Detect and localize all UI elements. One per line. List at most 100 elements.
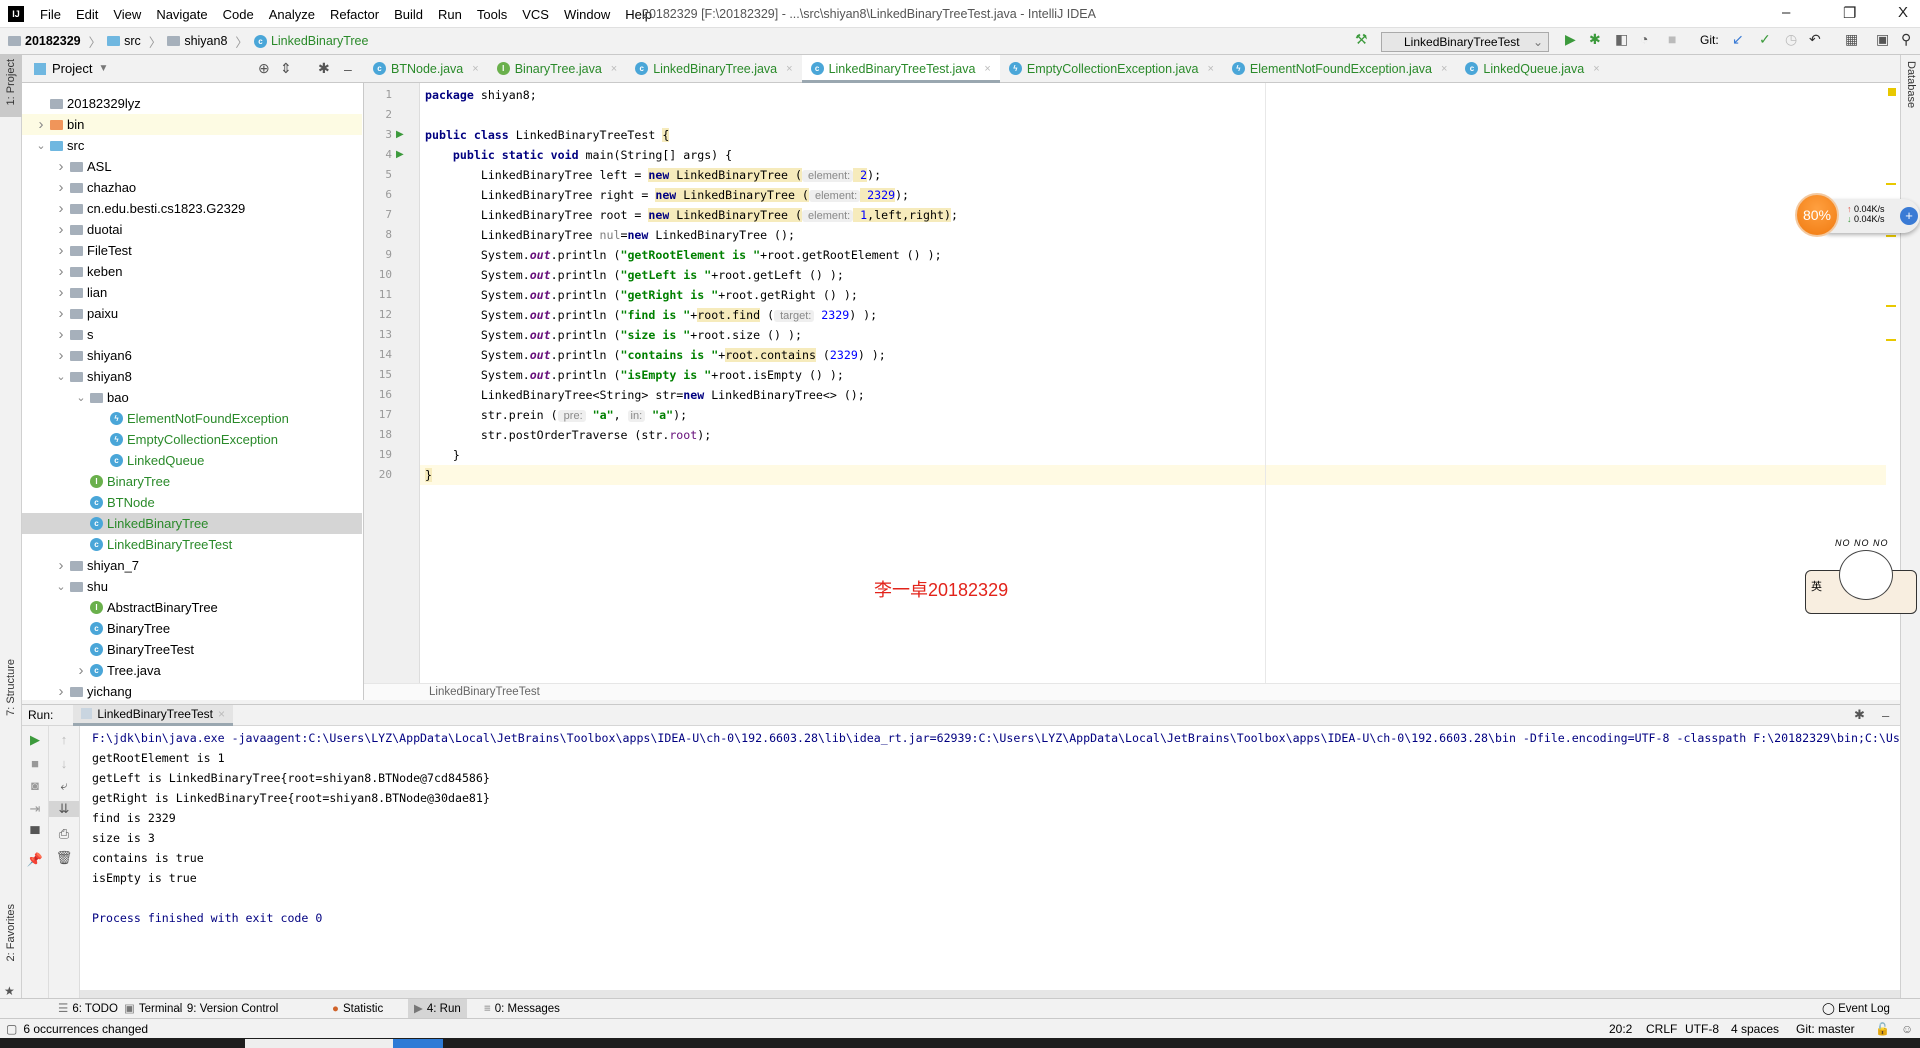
indent-setting[interactable]: 4 spaces	[1731, 1022, 1779, 1036]
restore-layout-icon[interactable]: ⇥	[22, 801, 48, 817]
tree-item[interactable]: c LinkedBinaryTreeTest	[22, 534, 362, 555]
chevron-right-icon[interactable]: ›	[54, 347, 68, 364]
inspector-face-icon[interactable]: ☺	[1901, 1022, 1913, 1036]
pin-icon[interactable]: 📌	[22, 852, 48, 868]
camera-icon[interactable]: ◙	[22, 778, 48, 793]
tree-item[interactable]: c BinaryTreeTest	[22, 639, 362, 660]
tab-elementnotfoundexception[interactable]: ϟ ElementNotFoundException.java ×	[1223, 55, 1457, 83]
bottom-tab-version-control[interactable]: ⑂ 9: Version Control	[170, 999, 284, 1019]
close-tab-icon[interactable]: ×	[1441, 63, 1447, 75]
tab-linkedbinarytree[interactable]: c LinkedBinaryTree.java ×	[626, 55, 801, 83]
bottom-tab-messages[interactable]: ≡ 0: Messages	[478, 999, 566, 1019]
gear-icon[interactable]: ✱	[1854, 707, 1865, 723]
run-config-dropdown[interactable]: LinkedBinaryTreeTest ⌄	[1381, 32, 1549, 52]
profile-icon[interactable]: ◔	[1640, 31, 1648, 47]
git-commit-check-icon[interactable]: ✓	[1759, 31, 1771, 48]
tab-binarytree[interactable]: I BinaryTree.java ×	[488, 55, 627, 83]
chevron-right-icon[interactable]: ›	[54, 158, 68, 175]
run-gutter-icon[interactable]: ▶	[396, 129, 404, 140]
tool-window-structure[interactable]: 7: Structure	[0, 655, 22, 735]
tree-item[interactable]: › ASL	[22, 156, 362, 177]
menu-analyze[interactable]: Analyze	[269, 7, 315, 22]
chevron-right-icon[interactable]: ›	[54, 179, 68, 196]
run-tab[interactable]: LinkedBinaryTreeTest ×	[73, 704, 233, 726]
tree-item[interactable]: › chazhao	[22, 177, 362, 198]
tab-btnode[interactable]: c BTNode.java ×	[364, 55, 488, 83]
tree-item[interactable]: › shiyan_7	[22, 555, 362, 576]
chevron-right-icon[interactable]: ›	[54, 557, 68, 574]
hide-minus-icon[interactable]: –	[344, 61, 352, 77]
menu-edit[interactable]: Edit	[76, 7, 98, 22]
tree-item[interactable]: c BinaryTree	[22, 618, 362, 639]
close-tab-icon[interactable]: ×	[218, 707, 225, 721]
chevron-right-icon[interactable]: ›	[54, 263, 68, 280]
git-rollback-icon[interactable]: ↶	[1809, 31, 1821, 48]
tree-item[interactable]: › s	[22, 324, 362, 345]
tree-item[interactable]: › paixu	[22, 303, 362, 324]
chevron-right-icon[interactable]: ›	[54, 284, 68, 301]
menu-window[interactable]: Window	[564, 7, 610, 22]
tree-item[interactable]: › duotai	[22, 219, 362, 240]
tool-window-database[interactable]: Database	[1905, 61, 1917, 108]
close-tab-icon[interactable]: ×	[1207, 63, 1213, 75]
plus-icon[interactable]: +	[1900, 207, 1918, 225]
chevron-down-icon[interactable]: ⌄	[74, 391, 88, 404]
file-encoding[interactable]: UTF-8	[1685, 1022, 1719, 1036]
tree-item[interactable]: ⌄ bao	[22, 387, 362, 408]
tree-item[interactable]: c BTNode	[22, 492, 362, 513]
chevron-right-icon[interactable]: ›	[74, 662, 88, 679]
line-separator[interactable]: CRLF	[1646, 1022, 1677, 1036]
tab-emptycollectionexception[interactable]: ϟ EmptyCollectionException.java ×	[1000, 55, 1223, 83]
tree-item[interactable]: › yichang	[22, 681, 362, 700]
stop-icon[interactable]: ■	[1668, 31, 1676, 47]
collapse-all-icon[interactable]: ⇕	[280, 60, 292, 77]
console-horizontal-scrollbar[interactable]	[80, 990, 1900, 998]
close-tab-icon[interactable]: ×	[472, 63, 478, 75]
menu-navigate[interactable]: Navigate	[156, 7, 207, 22]
tree-item[interactable]: I BinaryTree	[22, 471, 362, 492]
soft-wrap-icon[interactable]: ⤶	[49, 778, 79, 794]
chevron-down-icon[interactable]: ⌄	[54, 580, 68, 593]
taskbar-item[interactable]	[393, 1039, 443, 1048]
tree-item[interactable]: ⌄ src	[22, 135, 362, 156]
tree-item[interactable]: › bin	[22, 114, 362, 135]
chevron-right-icon[interactable]: ›	[54, 221, 68, 238]
menu-refactor[interactable]: Refactor	[330, 7, 379, 22]
lock-icon[interactable]: 🔓	[1875, 1022, 1890, 1036]
trash-icon[interactable]: 🗑	[49, 850, 79, 866]
down-arrow-icon[interactable]: ↓	[49, 756, 79, 771]
tree-item[interactable]: › FileTest	[22, 240, 362, 261]
project-view-selector[interactable]: Project	[52, 61, 92, 76]
close-tab-icon[interactable]: ×	[611, 63, 617, 75]
gear-icon[interactable]: ✱	[318, 60, 330, 77]
restore-button[interactable]: ❐	[1843, 4, 1856, 22]
crumb-class[interactable]: c LinkedBinaryTree	[253, 34, 368, 48]
tree-item[interactable]: ⌄ shiyan8	[22, 366, 362, 387]
tree-item[interactable]: c LinkedBinaryTree	[22, 513, 362, 534]
close-tab-icon[interactable]: ×	[984, 63, 990, 75]
layout-icon[interactable]: ▀	[22, 826, 48, 841]
build-hammer-icon[interactable]: ⚒	[1355, 31, 1368, 48]
crumb-project[interactable]: 20182329 〉	[8, 32, 101, 51]
rerun-icon[interactable]: ▶	[22, 732, 48, 748]
scroll-marker[interactable]	[1886, 339, 1896, 341]
tree-item[interactable]: c LinkedQueue	[22, 450, 362, 471]
menu-tools[interactable]: Tools	[477, 7, 507, 22]
hide-minus-icon[interactable]: –	[1882, 708, 1889, 723]
bottom-tab-run[interactable]: ▶ 4: Run	[408, 999, 467, 1019]
crumb-package[interactable]: shiyan8 〉	[167, 32, 248, 51]
code-editor[interactable]: 1 2 3 ▶ 4 ▶ 5 6 7 8 9 10 11 12 13 14 15 16 17 18 19 20 packag…	[364, 83, 1900, 700]
tree-item[interactable]: › keben	[22, 261, 362, 282]
bottom-tab-statistic[interactable]: ● Statistic	[326, 999, 389, 1019]
stop-icon[interactable]: ■	[22, 756, 48, 771]
chevron-right-icon[interactable]: ›	[54, 683, 68, 700]
git-branch[interactable]: Git: master	[1796, 1022, 1855, 1036]
close-tab-icon[interactable]: ×	[786, 63, 792, 75]
chevron-down-icon[interactable]: ⌄	[54, 370, 68, 383]
menu-view[interactable]: View	[113, 7, 141, 22]
run-icon[interactable]: ▶	[1565, 31, 1576, 48]
chevron-right-icon[interactable]: ›	[54, 326, 68, 343]
project-structure-icon[interactable]: ▦	[1845, 31, 1858, 48]
status-panel-icon[interactable]: ▢	[6, 1022, 17, 1036]
chevron-right-icon[interactable]: ›	[54, 305, 68, 322]
